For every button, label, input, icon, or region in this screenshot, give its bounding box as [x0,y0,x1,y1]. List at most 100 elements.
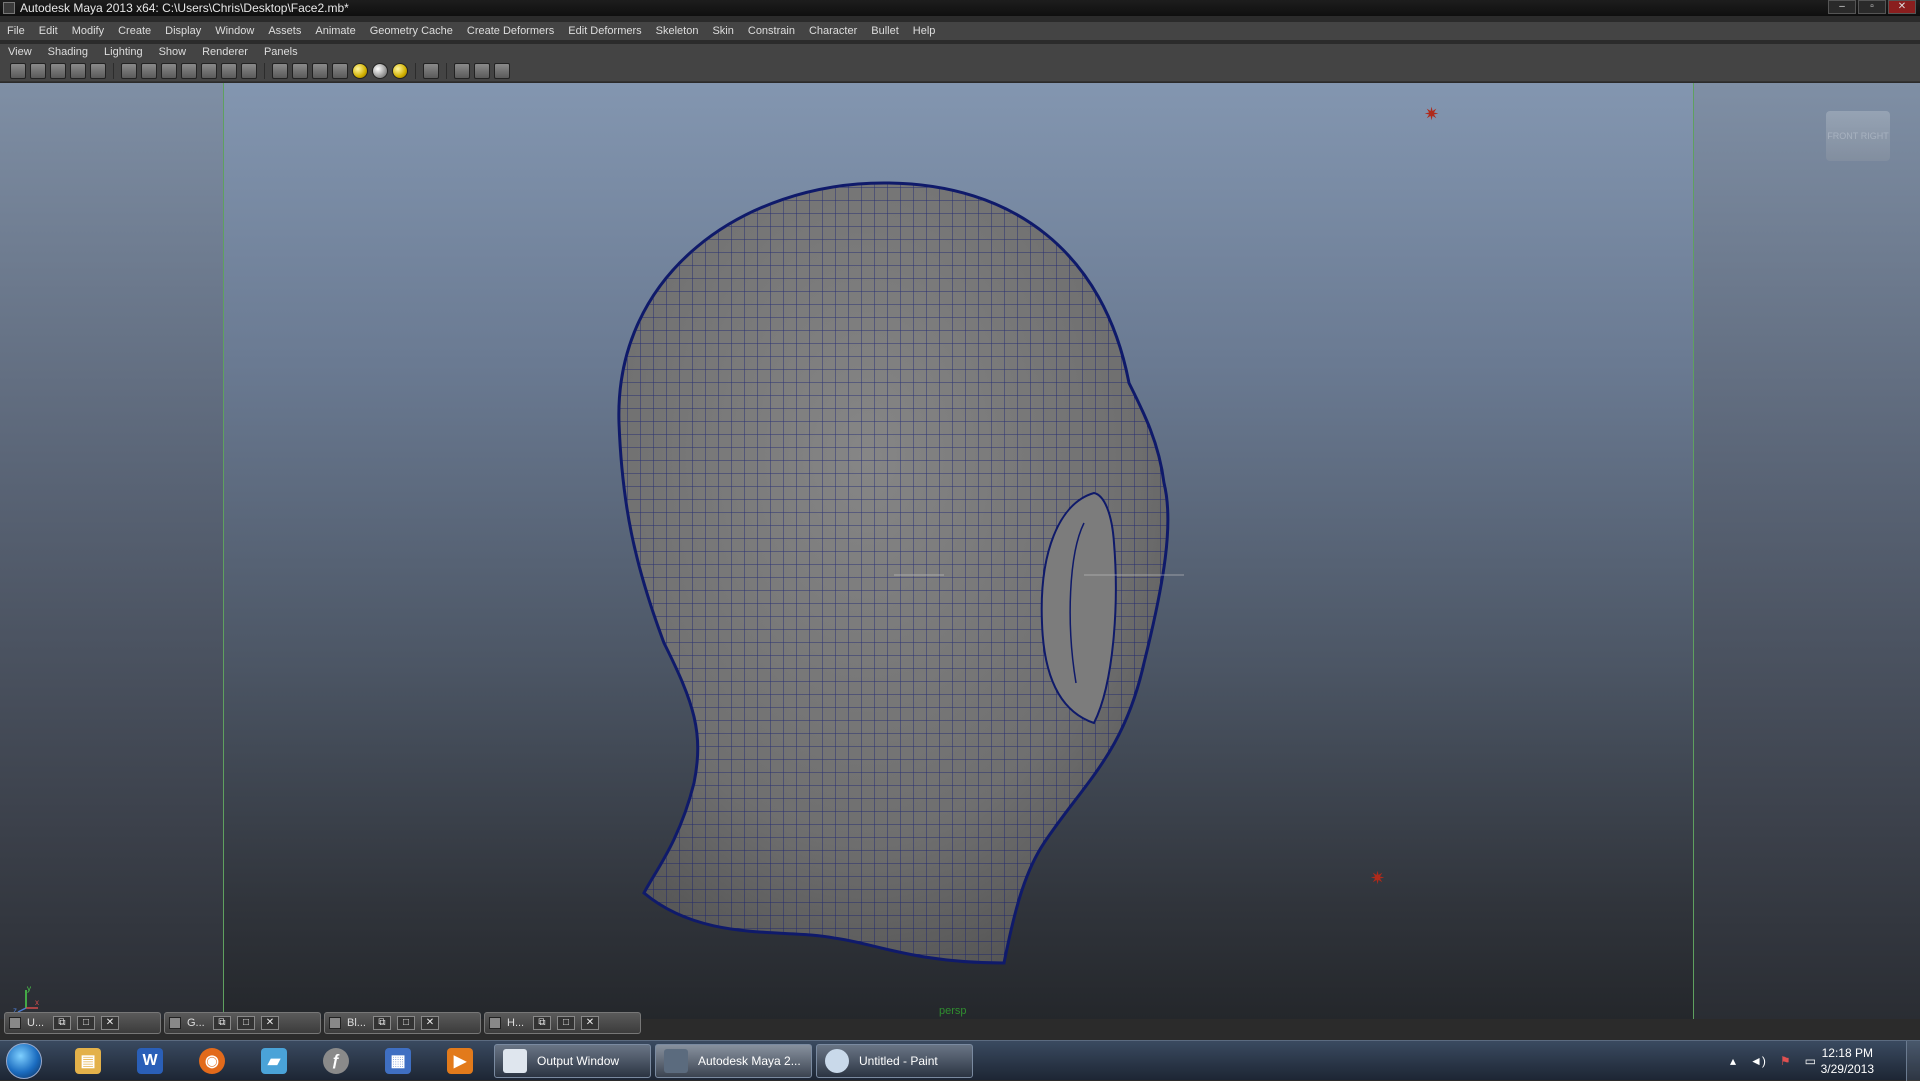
window-icon [169,1017,181,1029]
menu-skin[interactable]: Skin [705,22,740,40]
shadows-icon[interactable] [372,62,388,79]
viewport-left-region [0,83,223,1019]
axis-y-label: y [27,984,31,993]
menu-file[interactable]: File [0,22,32,40]
network-icon[interactable]: ▦ [374,1045,422,1077]
window-icon [329,1017,341,1029]
menu-help[interactable]: Help [906,22,943,40]
panel-menu-lighting[interactable]: Lighting [96,46,151,58]
field-chart-icon[interactable] [201,62,217,79]
toolbar-separator [113,62,114,79]
firefox-icon[interactable]: ◉ [188,1045,236,1077]
restore-button[interactable]: ⧉ [213,1016,231,1030]
minimized-windows-row: U... ⧉ □ ✕ G... ⧉ □ ✕ Bl... ⧉ □ ✕ H... ⧉… [0,1012,1920,1036]
panel-menu-panels[interactable]: Panels [256,46,306,58]
notes-icon[interactable]: ▰ [250,1045,298,1077]
maximize-button[interactable]: □ [397,1016,415,1030]
use-all-lights-icon[interactable] [352,62,368,79]
panel-menu-renderer[interactable]: Renderer [194,46,256,58]
minimized-window[interactable]: U... ⧉ □ ✕ [4,1012,161,1034]
minimize-button[interactable]: – [1828,0,1856,14]
view-cube[interactable]: FRONT RIGHT [1826,111,1890,161]
window-icon [489,1017,501,1029]
menu-animate[interactable]: Animate [308,22,362,40]
clock-date: 3/29/2013 [1820,1062,1874,1076]
xray-joints-icon[interactable] [474,62,490,79]
restore-button[interactable]: ⧉ [533,1016,551,1030]
perspective-viewport[interactable]: ✷ ✷ persp [223,83,1694,1019]
taskbar-clock[interactable]: 12:18 PM 3/29/2013 [1821,1045,1874,1077]
word-icon[interactable]: W [126,1045,174,1077]
high-quality-icon[interactable] [392,62,408,79]
menu-modify[interactable]: Modify [65,22,111,40]
menu-character[interactable]: Character [802,22,864,40]
safe-title-icon[interactable] [241,62,257,79]
maximize-button[interactable]: □ [77,1016,95,1030]
close-button[interactable]: ✕ [421,1016,439,1030]
image-plane-icon[interactable] [70,62,86,79]
flash-icon[interactable]: ƒ [312,1045,360,1077]
network-status-icon[interactable]: ▭ [1805,1054,1816,1068]
textured-icon[interactable] [332,62,348,79]
grease-pencil-icon[interactable] [90,62,106,79]
show-desktop-button[interactable] [1906,1041,1920,1081]
close-button[interactable]: ✕ [101,1016,119,1030]
axis-gizmo-icon: y x z [13,984,39,1014]
menu-skeleton[interactable]: Skeleton [649,22,706,40]
menu-create-deformers[interactable]: Create Deformers [460,22,561,40]
menu-window[interactable]: Window [208,22,261,40]
show-hidden-icons-icon[interactable]: ▴ [1730,1054,1736,1068]
camera-attributes-icon[interactable] [30,62,46,79]
head-mesh[interactable] [224,83,1695,1019]
resolution-gate-icon[interactable] [161,62,177,79]
bookmark-icon[interactable] [50,62,66,79]
menu-assets[interactable]: Assets [261,22,308,40]
restore-button[interactable]: ⧉ [53,1016,71,1030]
gate-mask-icon[interactable] [181,62,197,79]
xray-icon[interactable] [454,62,470,79]
start-button[interactable] [6,1043,42,1079]
select-camera-icon[interactable] [10,62,26,79]
close-button[interactable]: ✕ [581,1016,599,1030]
volume-icon[interactable]: ◄) [1750,1054,1766,1068]
menu-display[interactable]: Display [158,22,208,40]
minimized-window[interactable]: H... ⧉ □ ✕ [484,1012,641,1034]
media-player-icon[interactable]: ▶ [436,1045,484,1077]
viewcube-front-label: FRONT [1827,131,1859,141]
minimized-window[interactable]: G... ⧉ □ ✕ [164,1012,321,1034]
minimized-window[interactable]: Bl... ⧉ □ ✕ [324,1012,481,1034]
taskbar-maya[interactable]: Autodesk Maya 2... [655,1044,812,1078]
wireframe-icon[interactable] [272,62,288,79]
isolate-select-icon[interactable] [423,62,439,79]
maximize-button[interactable]: □ [237,1016,255,1030]
panel-menu-shading[interactable]: Shading [40,46,96,58]
grid-icon[interactable] [121,62,137,79]
menu-bullet[interactable]: Bullet [864,22,906,40]
menu-edit-deformers[interactable]: Edit Deformers [561,22,648,40]
safe-action-icon[interactable] [221,62,237,79]
taskbar-output-window[interactable]: Output Window [494,1044,651,1078]
maximize-button[interactable]: ▫ [1858,0,1886,14]
minimized-window-label: H... [507,1017,525,1029]
folder-icon[interactable]: ▤ [64,1045,112,1077]
menu-edit[interactable]: Edit [32,22,65,40]
close-button[interactable]: ✕ [1888,0,1916,14]
maximize-button[interactable]: □ [557,1016,575,1030]
axis-x-label: x [35,998,39,1007]
close-button[interactable]: ✕ [261,1016,279,1030]
menu-create[interactable]: Create [111,22,158,40]
light-marker-icon[interactable]: ✷ [1370,869,1385,887]
action-center-flag-icon[interactable]: ⚑ [1780,1054,1791,1068]
menu-geometry-cache[interactable]: Geometry Cache [363,22,460,40]
light-marker-icon[interactable]: ✷ [1424,105,1439,123]
smooth-shade-icon[interactable] [292,62,308,79]
restore-button[interactable]: ⧉ [373,1016,391,1030]
share-icon[interactable] [494,62,510,79]
taskbar-paint[interactable]: Untitled - Paint [816,1044,973,1078]
title-bar: Autodesk Maya 2013 x64: C:\Users\Chris\D… [0,0,1920,16]
panel-menu-show[interactable]: Show [151,46,195,58]
panel-menu-view[interactable]: View [0,46,40,58]
film-gate-icon[interactable] [141,62,157,79]
wireframe-on-shaded-icon[interactable] [312,62,328,79]
menu-constrain[interactable]: Constrain [741,22,802,40]
